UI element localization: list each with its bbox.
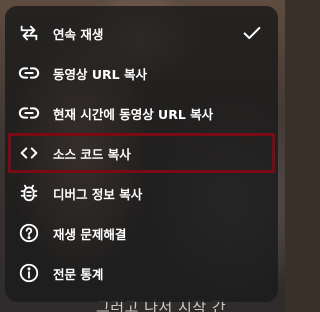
autoplay-icon — [18, 22, 40, 44]
menu-item-copy-debug-info[interactable]: 디버그 정보 복사 — [5, 173, 278, 213]
code-icon — [18, 142, 40, 164]
menu-item-label: 연속 재생 — [53, 26, 104, 42]
link-icon — [18, 62, 40, 84]
menu-item-label: 동영상 URL 복사 — [53, 66, 147, 82]
menu-item-stats-for-nerds[interactable]: 전문 통계 — [5, 253, 278, 293]
menu-item-label: 재생 문제해결 — [53, 226, 127, 242]
help-icon — [18, 222, 40, 244]
context-menu: 연속 재생 동영상 URL 복사 현재 시간에 동영상 URL 복사 소스 코드… — [5, 6, 278, 302]
menu-item-label: 소스 코드 복사 — [53, 146, 131, 162]
info-icon — [18, 262, 40, 284]
menu-item-copy-video-url-at-time[interactable]: 현재 시간에 동영상 URL 복사 — [5, 93, 278, 133]
menu-item-copy-video-url[interactable]: 동영상 URL 복사 — [5, 53, 278, 93]
bug-icon — [18, 182, 40, 204]
menu-item-label: 현재 시간에 동영상 URL 복사 — [53, 106, 214, 122]
menu-item-copy-source-code[interactable]: 소스 코드 복사 — [8, 133, 275, 173]
menu-item-playback-troubleshoot[interactable]: 재생 문제해결 — [5, 213, 278, 253]
link-icon — [18, 102, 40, 124]
menu-item-autoplay[interactable]: 연속 재생 — [5, 13, 278, 53]
menu-item-label: 디버그 정보 복사 — [53, 186, 143, 202]
menu-item-label: 전문 통계 — [53, 266, 104, 282]
check-icon — [243, 26, 261, 40]
